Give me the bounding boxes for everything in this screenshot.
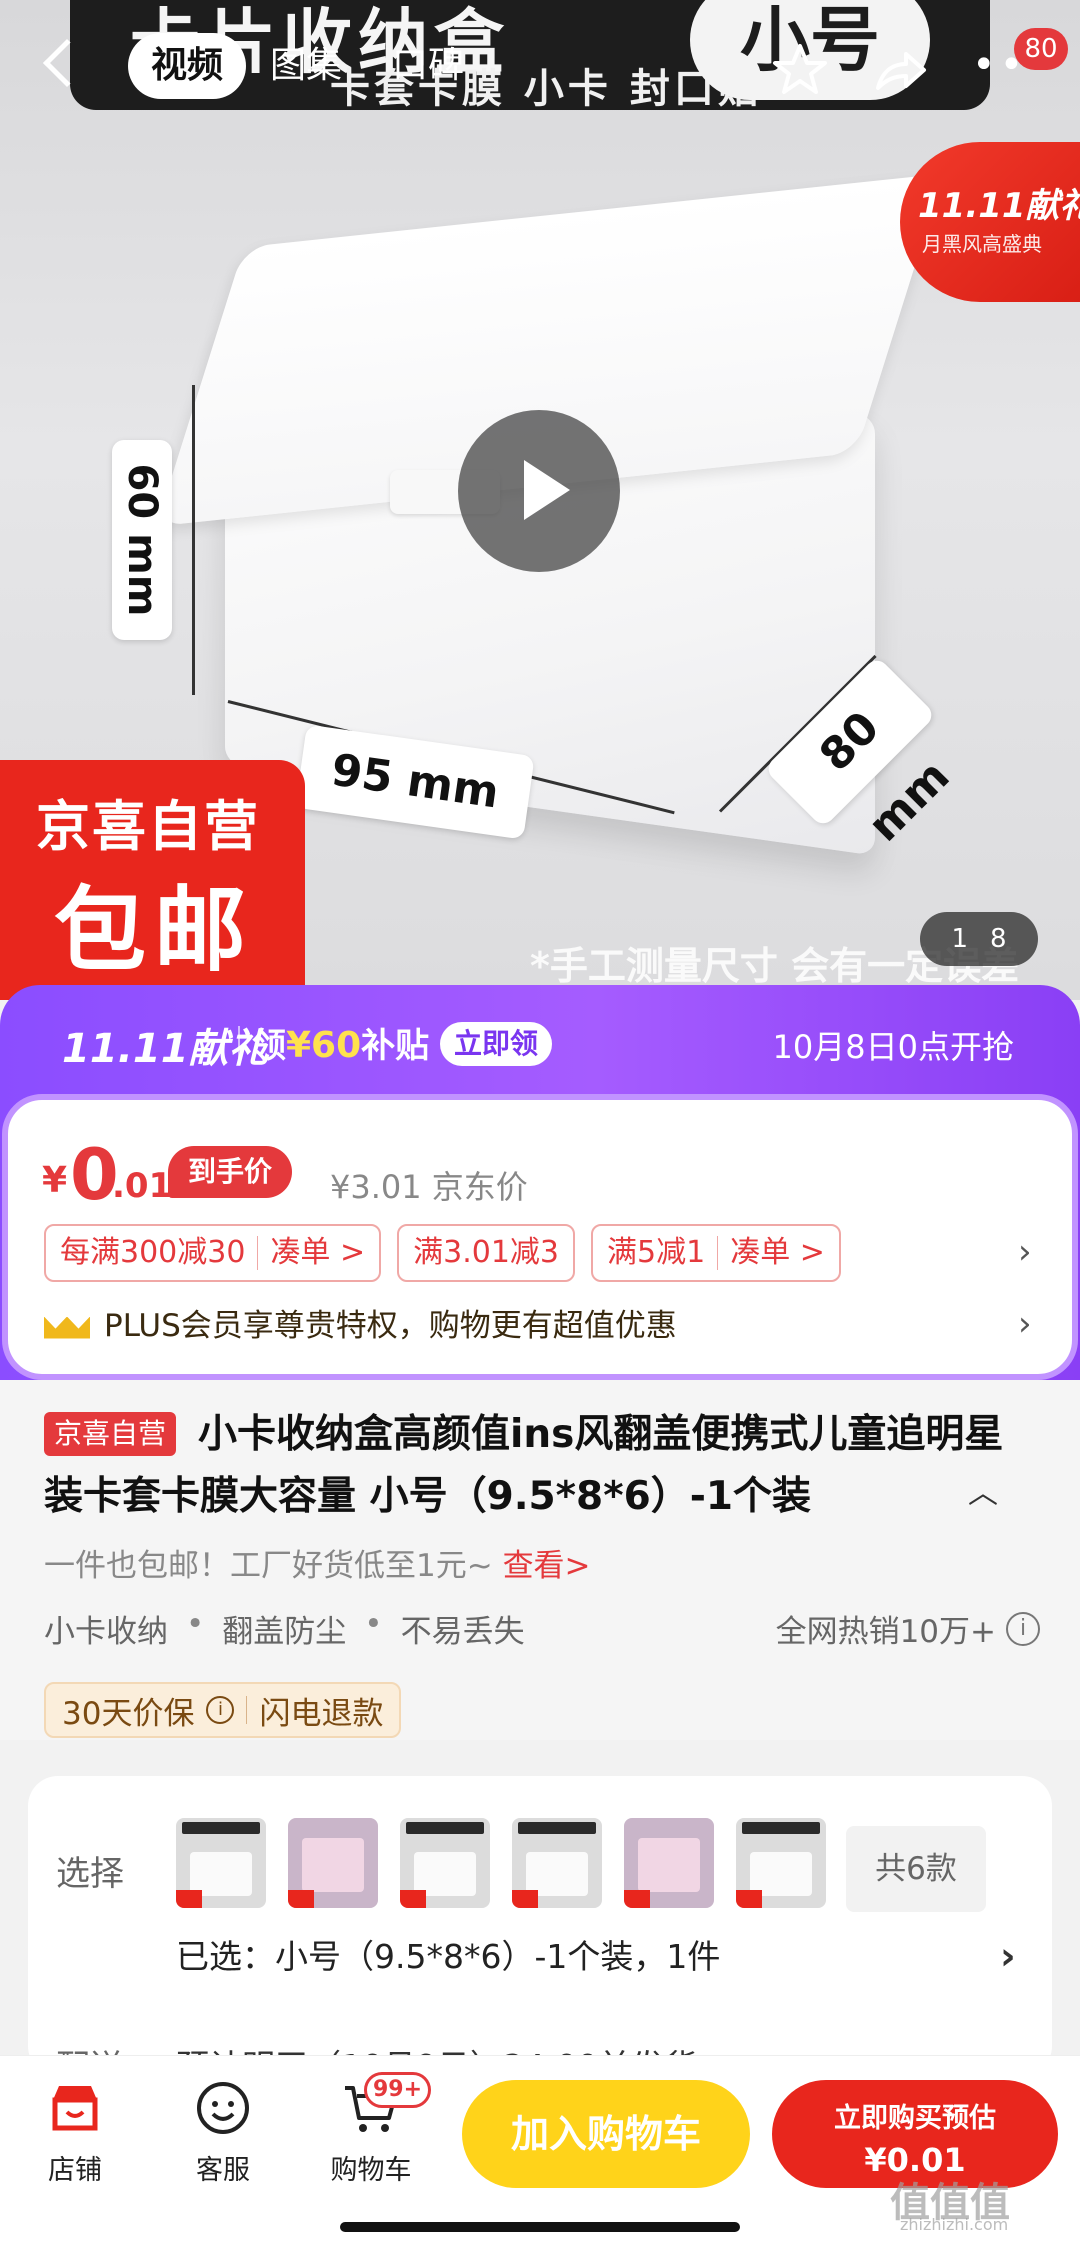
play-video-button[interactable] <box>458 410 620 572</box>
variant-thumbnail[interactable] <box>176 1818 266 1908</box>
chevron-right-icon[interactable]: › <box>1018 1304 1032 1344</box>
variant-thumbnail[interactable] <box>512 1818 602 1908</box>
price-currency: ¥ <box>42 1160 68 1201</box>
coupon-text: 满3.01减3 <box>413 1235 560 1270</box>
hot-sales-text: 全网热销10万+ <box>775 1614 996 1650</box>
store-button[interactable]: 店铺 <box>20 2078 130 2187</box>
jingxi-badge-top: 京喜自营 <box>36 795 260 858</box>
customer-service-button[interactable]: 客服 <box>168 2078 278 2187</box>
star-favorite-icon[interactable] <box>772 42 828 98</box>
tab-gallery[interactable]: 图集 <box>270 33 342 99</box>
variant-count-button[interactable]: 共6款 <box>846 1826 986 1912</box>
subsidy-amount: ¥60 <box>286 1025 362 1066</box>
hot-sales-info[interactable]: 全网热销10万+ i <box>776 1606 1040 1651</box>
customer-service-icon <box>197 2082 249 2134</box>
coupon-list: 每满300减30 凑单 > 满3.01减3 满5减1 凑单 > <box>44 1224 841 1282</box>
store-icon <box>52 2086 98 2131</box>
info-icon[interactable]: i <box>206 1696 235 1724</box>
jingxi-self-operated-tag: 京喜自营 <box>44 1412 177 1456</box>
share-icon[interactable] <box>872 42 928 98</box>
dot-separator: • <box>186 1606 205 1642</box>
image-counter-current: 1 <box>951 924 968 954</box>
chevron-right-icon[interactable]: › <box>1018 1232 1032 1272</box>
coupon-text: 每满300减30 <box>60 1235 246 1270</box>
top-nav-bar: 视频 图集 口碑 ••• 80 <box>0 28 1080 104</box>
product-page: 卡片收纳盒 卡套卡膜 小卡 封口贴 小号 60 mm 95 mm 80 mm 京… <box>0 0 1080 2247</box>
home-indicator[interactable] <box>340 2222 740 2232</box>
coupon-action: 凑单 > <box>270 1235 366 1270</box>
dimension-height-label: 60 mm <box>112 440 172 640</box>
promo-corner-subtitle: 月黑风高盛典 <box>922 232 1042 256</box>
variant-thumbnail[interactable] <box>624 1818 714 1908</box>
fast-refund-text: 闪电退款 <box>259 1695 384 1732</box>
jingxi-badge-main: 包邮 <box>54 877 255 984</box>
coupon-action: 凑单 > <box>730 1235 825 1270</box>
cart-count-badge: 99+ <box>364 2072 432 2108</box>
coupon-item[interactable]: 满5减1 凑单 > <box>591 1224 841 1282</box>
add-to-cart-button[interactable]: 加入购物车 <box>462 2080 750 2188</box>
promo-corner-badge[interactable]: 11.11献礼 月黑风高盛典 <box>900 142 1080 302</box>
image-counter-total: 8 <box>990 924 1007 954</box>
promo-strip-divider <box>238 1026 240 1058</box>
coupon-separator <box>717 1236 719 1270</box>
subsidy-text: 领¥60补贴 <box>252 1018 429 1067</box>
subsidy-prefix: 领 <box>252 1026 286 1066</box>
product-image-carousel[interactable]: 卡片收纳盒 卡套卡膜 小卡 封口贴 小号 60 mm 95 mm 80 mm 京… <box>0 0 1080 1000</box>
selected-variant-text[interactable]: 已选：小号（9.5*8*6）-1个装，1件 <box>176 1930 720 1978</box>
view-more-link[interactable]: 查看> <box>503 1548 591 1584</box>
claim-subsidy-button[interactable]: 立即领 <box>440 1022 553 1066</box>
plus-membership-row[interactable]: PLUS会员享尊贵特权，购物更有超值优惠 <box>44 1300 677 1345</box>
back-arrow-icon[interactable] <box>42 38 92 88</box>
feature-tag: 小卡收纳 <box>44 1614 168 1650</box>
chevron-right-icon[interactable]: › <box>1000 1934 1016 1978</box>
info-icon[interactable]: i <box>1006 1611 1040 1646</box>
coupon-item[interactable]: 满3.01减3 <box>397 1224 576 1282</box>
final-price-tag: 到手价 <box>168 1146 293 1198</box>
price-cents: .01 <box>112 1166 173 1206</box>
select-label: 选择 <box>56 1854 124 1894</box>
feature-tags: 小卡收纳 • 翻盖防尘 • 不易丢失 <box>44 1606 525 1651</box>
subsidy-suffix: 补贴 <box>361 1026 430 1066</box>
dot-separator: • <box>364 1606 383 1642</box>
site-watermark-url: zhizhizhi.com <box>900 2215 1009 2234</box>
buy-now-label: 立即购买预估 <box>834 2103 996 2134</box>
product-title: 小卡收纳盒高颜值ins风翻盖便携式儿童追明星装卡套卡膜大容量 小号（9.5*8*… <box>44 1412 1004 1519</box>
sale-start-time: 10月8日0点开抢 <box>772 1028 1014 1066</box>
customer-service-label: 客服 <box>196 2155 250 2186</box>
message-count-badge: 80 <box>1014 28 1068 70</box>
price-protection-text: 30天价保 <box>62 1695 195 1732</box>
promo-corner-title: 11.11献礼 <box>918 186 1080 226</box>
service-guarantee[interactable]: 30天价保 i 闪电退款 <box>44 1682 402 1738</box>
store-label: 店铺 <box>48 2155 102 2186</box>
dimension-height-text: 60 mm <box>119 463 165 617</box>
variant-thumbnail[interactable] <box>736 1818 826 1908</box>
guarantee-separator <box>246 1696 248 1724</box>
tab-reviews[interactable]: 口碑 <box>392 33 464 99</box>
crown-icon <box>44 1307 90 1339</box>
coupon-item[interactable]: 每满300减30 凑单 > <box>44 1224 382 1282</box>
jd-price: ¥3.01 京东价 <box>330 1168 528 1206</box>
tab-video[interactable]: 视频 <box>128 33 246 99</box>
feature-tag: 翻盖防尘 <box>222 1614 347 1650</box>
variant-thumbnail[interactable] <box>400 1818 490 1908</box>
free-shipping-text: 一件也包邮！工厂好货低至1元~ <box>44 1548 503 1584</box>
free-shipping-note: 一件也包邮！工厂好货低至1元~ 查看> <box>44 1540 591 1585</box>
plus-membership-text: PLUS会员享尊贵特权，购物更有超值优惠 <box>104 1308 677 1344</box>
coupon-separator <box>257 1236 259 1270</box>
variant-thumbnail[interactable] <box>288 1818 378 1908</box>
cart-label: 购物车 <box>330 2155 412 2186</box>
image-counter: 1 8 <box>920 912 1038 966</box>
feature-tag: 不易丢失 <box>400 1614 525 1650</box>
coupon-text: 满5减1 <box>607 1235 706 1270</box>
dimension-line <box>192 385 195 695</box>
jingxi-badge: 京喜自营 包邮 <box>0 760 305 1000</box>
variant-thumbnails <box>176 1818 826 1908</box>
chevron-up-icon[interactable]: ︿ <box>968 1468 998 1512</box>
